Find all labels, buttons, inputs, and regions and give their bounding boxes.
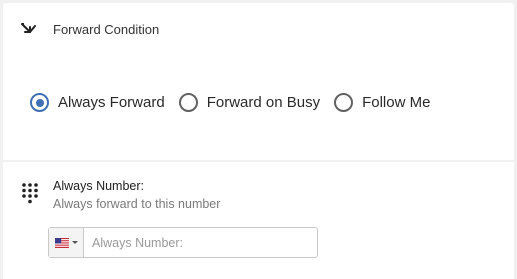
radio-follow-me[interactable]: Follow Me xyxy=(334,93,430,112)
radio-forward-on-busy-label[interactable]: Forward on Busy xyxy=(207,94,320,111)
radio-always-forward-label[interactable]: Always Forward xyxy=(58,94,165,111)
forward-condition-title: Forward Condition xyxy=(53,22,160,37)
forward-condition-card: Forward Condition Always Forward Forward… xyxy=(3,3,514,160)
radio-forward-on-busy[interactable]: Forward on Busy xyxy=(178,93,320,112)
always-number-title: Always Number: xyxy=(53,179,144,193)
forward-condition-radio-group: Always Forward Forward on Busy Follow Me xyxy=(30,93,444,112)
radio-follow-me-label[interactable]: Follow Me xyxy=(362,94,430,111)
us-flag-icon xyxy=(54,237,69,248)
dialpad-icon xyxy=(22,183,38,204)
always-number-subtitle: Always forward to this number xyxy=(53,197,221,211)
radio-follow-me-circle[interactable] xyxy=(334,93,354,112)
always-number-input[interactable] xyxy=(84,228,317,257)
always-number-phone-field xyxy=(48,227,318,258)
country-selector-button[interactable] xyxy=(49,228,84,257)
chevron-down-icon xyxy=(71,241,78,244)
radio-forward-on-busy-circle[interactable] xyxy=(178,93,198,112)
forward-arrow-icon xyxy=(21,23,36,33)
always-number-card: Always Number: Always forward to this nu… xyxy=(3,162,514,279)
radio-always-forward-circle[interactable] xyxy=(30,93,49,112)
radio-always-forward[interactable]: Always Forward xyxy=(30,93,165,112)
